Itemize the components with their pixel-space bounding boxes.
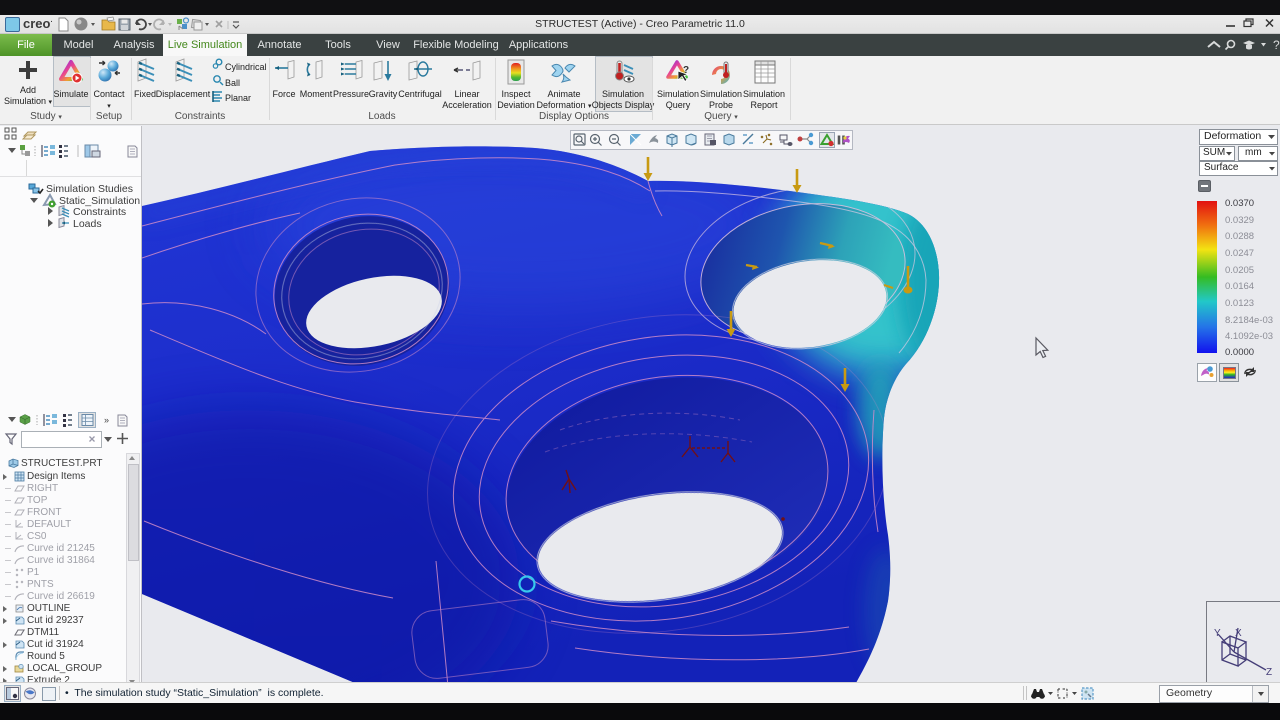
svg-text:Z: Z bbox=[1266, 667, 1272, 678]
svg-text:X: X bbox=[1235, 628, 1242, 639]
svg-text:Y: Y bbox=[1214, 628, 1221, 639]
